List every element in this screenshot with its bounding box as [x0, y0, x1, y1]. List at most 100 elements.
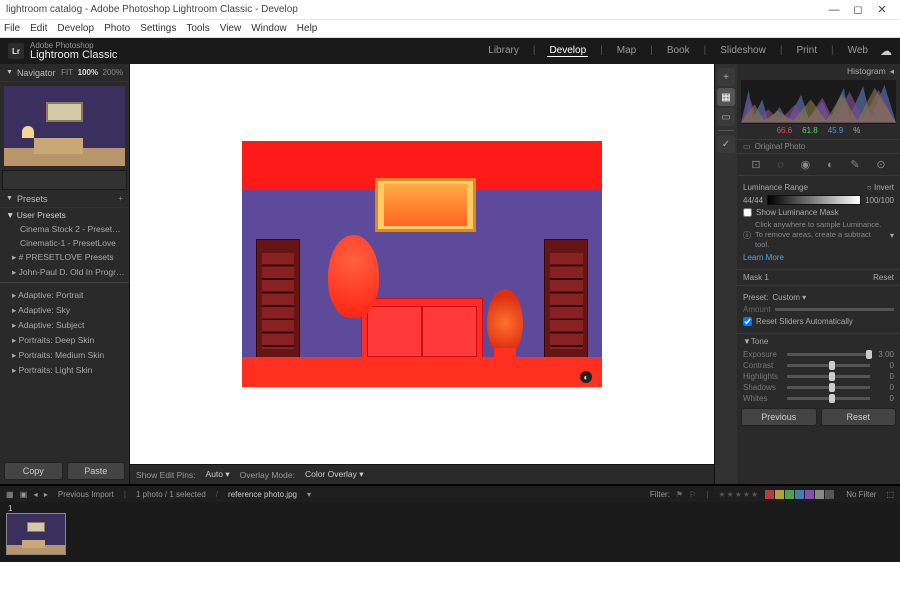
shadows-slider[interactable] [787, 386, 870, 389]
color-swatch[interactable] [805, 490, 814, 499]
contrast-slider[interactable] [787, 364, 870, 367]
reset-sliders-checkbox[interactable] [743, 317, 752, 326]
module-library[interactable]: Library [486, 45, 521, 57]
show-edit-pins-dropdown[interactable]: Auto ▾ [206, 469, 230, 480]
preset-item[interactable]: Cinema Stock 2 - PresetLove [0, 222, 129, 236]
menu-photo[interactable]: Photo [104, 23, 130, 34]
exposure-slider[interactable] [787, 353, 870, 356]
collapsed-panel[interactable] [2, 170, 127, 190]
mask-tool-icon[interactable]: ◐ [827, 159, 834, 171]
preset-group[interactable]: ▸ Portraits: Medium Skin [0, 348, 129, 363]
reset-button[interactable]: Reset [821, 408, 897, 426]
color-swatch[interactable] [775, 490, 784, 499]
preset-group[interactable]: ▸ Portraits: Deep Skin [0, 333, 129, 348]
mask-group-icon[interactable]: ▭ [717, 108, 735, 126]
preset-group[interactable]: ▼ User Presets [0, 208, 129, 222]
color-swatch[interactable] [815, 490, 824, 499]
color-swatch[interactable] [765, 490, 774, 499]
color-swatch[interactable] [795, 490, 804, 499]
preset-group[interactable]: ▸ Adaptive: Sky [0, 303, 129, 318]
mask-name[interactable]: Mask 1 [743, 273, 769, 282]
nav-back-icon[interactable]: ◂ [34, 490, 38, 499]
preset-dropdown[interactable]: Custom ▾ [772, 293, 806, 302]
preset-item[interactable]: Cinematic-1 - PresetLove [0, 236, 129, 250]
presets-panel-header[interactable]: ▼ Presets + [0, 190, 129, 208]
close-button[interactable]: ✕ [870, 3, 894, 16]
highlights-slider[interactable] [787, 375, 870, 378]
navigator-thumbnail[interactable] [4, 86, 125, 166]
histogram[interactable] [741, 80, 896, 124]
menu-file[interactable]: File [4, 23, 20, 34]
preset-group[interactable]: ▸ Adaptive: Subject [0, 318, 129, 333]
module-book[interactable]: Book [665, 45, 692, 57]
redeye-tool-icon[interactable]: ◉ [801, 158, 811, 171]
module-web[interactable]: Web [846, 45, 870, 57]
nav-fwd-icon[interactable]: ▸ [44, 490, 48, 499]
preset-group[interactable]: ▸ Adaptive: Portrait [0, 288, 129, 303]
preset-group[interactable]: ▸ Portraits: Light Skin [0, 363, 129, 378]
previous-button[interactable]: Previous [741, 408, 817, 426]
flag-reject-icon[interactable]: ⚐ [689, 490, 696, 499]
add-preset-icon[interactable]: + [118, 194, 123, 203]
learn-more-link[interactable]: Learn More [743, 253, 784, 262]
add-mask-icon[interactable]: + [717, 68, 735, 86]
nav-fill[interactable]: 100% [78, 68, 98, 77]
source-label[interactable]: Previous Import [58, 490, 114, 499]
flag-pick-icon[interactable]: ⚑ [676, 490, 683, 499]
lum-hint: Click anywhere to sample Luminance. To r… [755, 220, 886, 250]
color-swatch[interactable] [785, 490, 794, 499]
navigator-panel-header[interactable]: ▼ Navigator FIT 100% 200% [0, 64, 129, 82]
preset-group[interactable]: ▸ # PRESETLOVE Presets [0, 250, 129, 265]
menu-develop[interactable]: Develop [57, 23, 94, 34]
nav-zoom[interactable]: 200% [103, 68, 123, 77]
brush-tool-icon[interactable]: ✎ [850, 158, 859, 171]
copy-button[interactable]: Copy [4, 462, 63, 480]
overlay-mode-dropdown[interactable]: Color Overlay ▾ [305, 469, 364, 480]
dropdown-icon[interactable]: ▾ [307, 490, 311, 499]
heal-tool-icon[interactable]: ◌ [777, 159, 784, 171]
crop-tool-icon[interactable]: ⊡ [751, 158, 760, 171]
app-title: Lightroom Classic [30, 50, 117, 61]
canvas[interactable]: ◐ [130, 64, 714, 464]
color-swatch[interactable] [825, 490, 834, 499]
nav-fit[interactable]: FIT [61, 68, 73, 77]
filmstrip-thumbnail[interactable]: 1 [6, 504, 68, 555]
luminance-gradient-slider[interactable] [767, 195, 861, 205]
module-print[interactable]: Print [794, 45, 819, 57]
triangle-down-icon[interactable]: ▾ [890, 231, 894, 240]
menu-edit[interactable]: Edit [30, 23, 47, 34]
show-lum-mask-checkbox[interactable] [743, 208, 752, 217]
invert-label[interactable]: Invert [874, 183, 894, 192]
filter-lock-icon[interactable]: ⬚ [886, 490, 894, 499]
photo-preview[interactable]: ◐ [242, 141, 602, 387]
tone-header[interactable]: ▼ Tone [737, 334, 900, 349]
radial-tool-icon[interactable]: ⊙ [876, 158, 885, 171]
module-switcher: Library| Develop| Map| Book| Slideshow| … [486, 45, 870, 57]
menu-settings[interactable]: Settings [140, 23, 176, 34]
module-slideshow[interactable]: Slideshow [718, 45, 768, 57]
menu-view[interactable]: View [220, 23, 242, 34]
grid-view-icon[interactable]: ▦ [6, 490, 14, 499]
module-develop[interactable]: Develop [547, 45, 588, 57]
menu-tools[interactable]: Tools [186, 23, 209, 34]
compare-icon[interactable]: ▣ [20, 490, 28, 499]
maximize-button[interactable]: ◻ [846, 3, 870, 16]
no-filter-dropdown[interactable]: No Filter [846, 490, 876, 499]
amount-slider[interactable] [775, 308, 894, 311]
paste-button[interactable]: Paste [67, 462, 126, 480]
cloud-sync-icon[interactable]: ☁ [880, 44, 892, 58]
preset-group[interactable]: ▸ John-Paul D. Old In Progress [0, 265, 129, 280]
module-map[interactable]: Map [615, 45, 638, 57]
mask-thumbnail-icon[interactable]: ▦ [717, 88, 735, 106]
mask-pin-icon[interactable]: ◐ [580, 371, 592, 383]
tone-panel: ▼ Tone Exposure3.00 Contrast0 Highlights… [737, 334, 900, 404]
original-photo-toggle[interactable]: ▭ Original Photo [737, 139, 900, 154]
menu-help[interactable]: Help [297, 23, 318, 34]
whites-slider[interactable] [787, 397, 870, 400]
minimize-button[interactable]: — [822, 4, 846, 16]
check-icon[interactable]: ✓ [717, 135, 735, 153]
menu-window[interactable]: Window [251, 23, 287, 34]
rating-filter[interactable]: ★★★★★ [718, 490, 759, 499]
histogram-header[interactable]: Histogram ◂ [737, 64, 900, 78]
mask-reset-link[interactable]: Reset [873, 273, 894, 282]
